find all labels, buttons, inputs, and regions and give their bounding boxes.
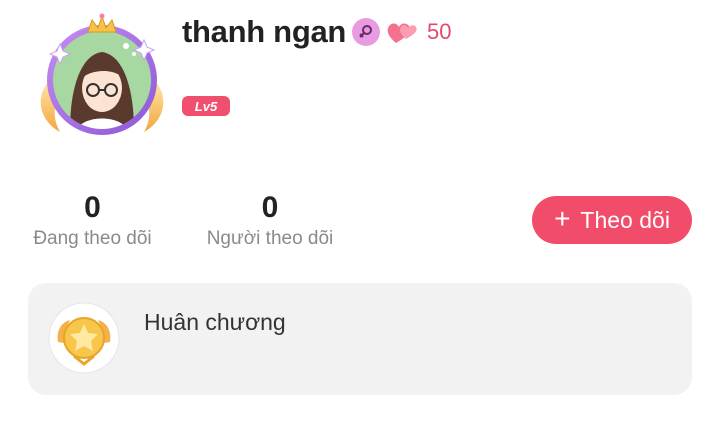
avatar-frame-icon xyxy=(40,13,164,135)
following-count: 0 xyxy=(84,191,101,224)
username: thanh ngan xyxy=(182,14,347,49)
stat-following[interactable]: 0 Đang theo dõi xyxy=(20,190,165,252)
followers-count: 0 xyxy=(261,191,279,224)
follow-button[interactable]: + Theo dõi xyxy=(532,196,692,244)
following-label: Đang theo dõi xyxy=(33,228,152,249)
level-badge: Lv5 xyxy=(182,96,230,116)
medal-icon xyxy=(48,302,120,374)
heart-count: 50 xyxy=(427,19,452,44)
hearts-icon xyxy=(386,19,420,45)
stat-followers[interactable]: 0 Người theo dõi xyxy=(195,190,345,252)
follow-button-label: Theo dõi xyxy=(580,206,670,233)
plus-icon: + xyxy=(554,202,571,234)
avatar[interactable] xyxy=(30,10,175,150)
female-symbol-icon xyxy=(352,18,380,46)
followers-label: Người theo dõi xyxy=(206,228,334,249)
medals-title: Huân chương xyxy=(144,309,286,335)
medals-card[interactable] xyxy=(28,283,692,395)
